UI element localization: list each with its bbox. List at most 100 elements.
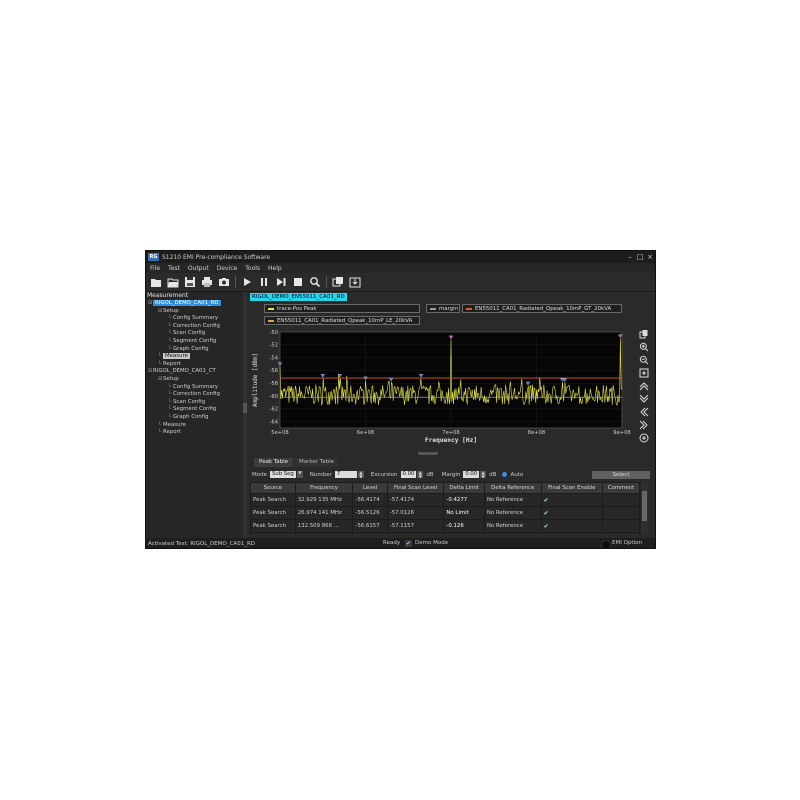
close-icon[interactable]: ×: [645, 253, 655, 261]
maximize-icon[interactable]: □: [635, 253, 645, 261]
tree-item[interactable]: ⊟ RIGOL_DEMO_CA01_RD: [146, 300, 243, 308]
emi-option-indicator: [601, 539, 611, 548]
excursion-unit: dB: [426, 471, 434, 478]
tree-item-label: Setup: [163, 307, 179, 314]
tree-item[interactable]: └ Measure: [146, 422, 243, 430]
tab-marker-table[interactable]: Marker Table: [294, 458, 340, 467]
tree-item-label: Correction Config: [173, 391, 220, 398]
copy-icon[interactable]: [638, 328, 650, 340]
column-header[interactable]: Final Scan Level: [386, 482, 445, 494]
tree-item[interactable]: └ Measure: [146, 353, 243, 361]
play-icon[interactable]: [240, 275, 254, 289]
copy-window-icon[interactable]: [331, 275, 345, 289]
left-icon[interactable]: [638, 406, 650, 418]
tree-item[interactable]: ⊟Setup: [146, 376, 243, 384]
legend-limit-le[interactable]: EN55011_CA01_Radiated_Qpeak_10mP_LE_20kV…: [264, 316, 420, 325]
legend-trace-label: trace-Pos Peak: [277, 306, 317, 312]
menu-test[interactable]: Test: [168, 265, 180, 272]
tree-item[interactable]: └ Scan Config: [146, 330, 243, 338]
zoom-search-icon[interactable]: [308, 275, 322, 289]
legend-margin[interactable]: margin: [426, 304, 460, 313]
zoom-out-icon[interactable]: [638, 354, 650, 366]
select-button[interactable]: Select: [592, 470, 650, 479]
table-cell: -56.4174: [352, 493, 388, 507]
column-header[interactable]: Level: [352, 482, 388, 494]
final-scan-checkbox[interactable]: ✔: [540, 532, 604, 534]
export-icon[interactable]: [348, 275, 362, 289]
limit-gt-swatch: [466, 307, 472, 310]
number-stepper[interactable]: ▲ ▼: [357, 471, 364, 478]
mode-select[interactable]: Sub Seg: [270, 471, 296, 478]
menu-bar: File Test Output Device Tools Help: [146, 263, 655, 273]
tree-item[interactable]: └ Graph Config: [146, 414, 243, 422]
tree-item[interactable]: └ Segment Config: [146, 338, 243, 346]
tree-item[interactable]: └ Report: [146, 361, 243, 369]
table-row[interactable]: Peak Search 32.929 135 MHz -56.4174 -57.417…: [250, 493, 640, 507]
column-header[interactable]: Final Scan Enable: [540, 482, 604, 494]
tree-item[interactable]: └ Config Summary: [146, 384, 243, 392]
column-header[interactable]: Delta Limit: [443, 482, 485, 494]
right-icon[interactable]: [638, 419, 650, 431]
table-cell: -0.4277: [443, 493, 485, 507]
down-icon[interactable]: [638, 393, 650, 405]
save-icon[interactable]: [183, 275, 197, 289]
legend-limit-gt[interactable]: EN55011_CA01_Radiated_Qpeak_10mP_GT_20kV…: [462, 304, 622, 313]
demo-mode-checkbox[interactable]: ✔: [405, 539, 412, 547]
add-icon[interactable]: [638, 432, 650, 444]
margin-unit: dB: [489, 471, 497, 478]
new-folder-icon[interactable]: [149, 275, 163, 289]
excursion-stepper[interactable]: ▲ ▼: [417, 471, 424, 478]
panel-splitter[interactable]: [243, 292, 247, 538]
table-cell: 132.509 868 ...: [294, 519, 354, 533]
margin-input[interactable]: 0.00: [463, 471, 480, 478]
table-cell: [602, 493, 640, 507]
tree-item[interactable]: └ Report: [146, 429, 243, 437]
camera-icon[interactable]: [217, 275, 231, 289]
stop-icon[interactable]: [291, 275, 305, 289]
spectrum-plot[interactable]: 5e+08 6e+08 7e+08 8e+08 9e+08 -50 -52 -54 -56 -58…: [248, 330, 636, 448]
table-scrollbar[interactable]: [641, 482, 648, 534]
print-icon[interactable]: [200, 275, 214, 289]
tree-item[interactable]: └ Config Summary: [146, 315, 243, 323]
tree-item[interactable]: ⊟RIGOL_DEMO_CA01_CT: [146, 368, 243, 376]
step-icon[interactable]: [274, 275, 288, 289]
fit-icon[interactable]: [638, 367, 650, 379]
final-scan-checkbox[interactable]: ✔: [540, 506, 604, 520]
excursion-input[interactable]: 0.00: [400, 471, 417, 478]
legend-trace[interactable]: trace-Pos Peak: [264, 304, 420, 313]
mode-dropdown-icon[interactable]: ▼: [296, 471, 303, 478]
column-header[interactable]: Frequency: [294, 482, 354, 494]
column-header[interactable]: Delta Reference: [483, 482, 542, 494]
table-cell: [602, 506, 640, 520]
column-header[interactable]: Source: [250, 482, 296, 494]
tree-item[interactable]: └ Correction Config: [146, 391, 243, 399]
scrollbar-thumb[interactable]: [642, 491, 647, 521]
table-cell: -57.4174: [386, 493, 445, 507]
toolbar-separator: [326, 276, 327, 288]
chart-collapse-handle[interactable]: [418, 452, 438, 455]
table-row[interactable]: Peak Search 132.509 868 ... -56.6157 -57.11…: [250, 519, 640, 533]
pause-icon[interactable]: [257, 275, 271, 289]
menu-device[interactable]: Device: [217, 265, 238, 272]
table-row[interactable]: Peak Search139.194 837 ...-56.6873-56.68…: [250, 532, 640, 534]
menu-tools[interactable]: Tools: [245, 265, 260, 272]
column-header[interactable]: Comment: [602, 482, 640, 494]
tab-peak-table[interactable]: Peak Table: [254, 458, 294, 467]
number-input[interactable]: 7: [334, 471, 357, 478]
menu-file[interactable]: File: [150, 265, 160, 272]
menu-output[interactable]: Output: [188, 265, 209, 272]
splitter-grip[interactable]: [243, 403, 247, 413]
zoom-in-icon[interactable]: [638, 341, 650, 353]
margin-stepper[interactable]: ▲ ▼: [480, 471, 487, 478]
auto-radio[interactable]: [502, 472, 508, 477]
menu-help[interactable]: Help: [268, 265, 282, 272]
margin-swatch: [430, 307, 436, 310]
final-scan-checkbox[interactable]: ✔: [540, 519, 604, 533]
final-scan-checkbox[interactable]: ✔: [540, 493, 604, 507]
tree-item[interactable]: └ Segment Config: [146, 406, 243, 414]
app-logo-icon: RG: [148, 253, 159, 261]
minimize-icon[interactable]: –: [625, 253, 635, 261]
up-icon[interactable]: [638, 380, 650, 392]
open-folder-icon[interactable]: [166, 275, 180, 289]
table-row[interactable]: Peak Search 26.974 141 MHz -56.5126 -57.012…: [250, 506, 640, 520]
